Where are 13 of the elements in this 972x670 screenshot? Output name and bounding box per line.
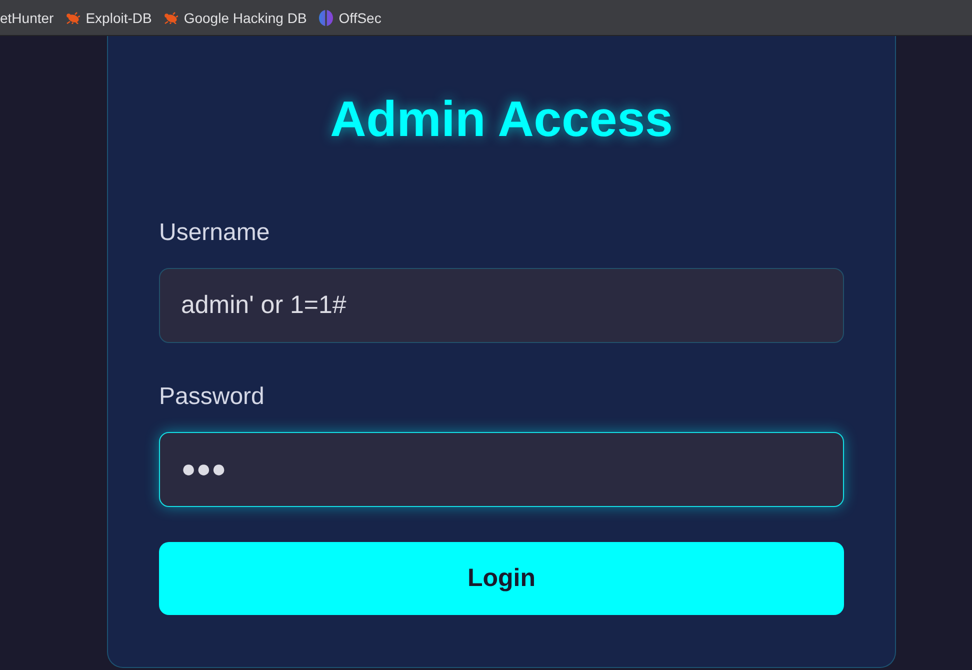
sphere-icon xyxy=(318,10,333,26)
login-button[interactable]: Login xyxy=(159,542,844,615)
bug-icon xyxy=(66,12,80,24)
input-field[interactable]: ●●● xyxy=(159,432,844,507)
bookmark-link[interactable]: OffSec xyxy=(318,10,382,26)
bookmark-link[interactable]: etHunter xyxy=(0,10,54,26)
input-field[interactable]: admin' or 1=1# xyxy=(159,268,844,343)
field-label: Username xyxy=(159,218,270,247)
field-label: Password xyxy=(159,382,264,411)
form-title: Admin Access xyxy=(329,90,674,149)
bookmark-link[interactable]: Google Hacking DB xyxy=(164,10,307,26)
bug-icon xyxy=(164,12,178,24)
bookmark-link[interactable]: Exploit-DB xyxy=(66,10,152,26)
